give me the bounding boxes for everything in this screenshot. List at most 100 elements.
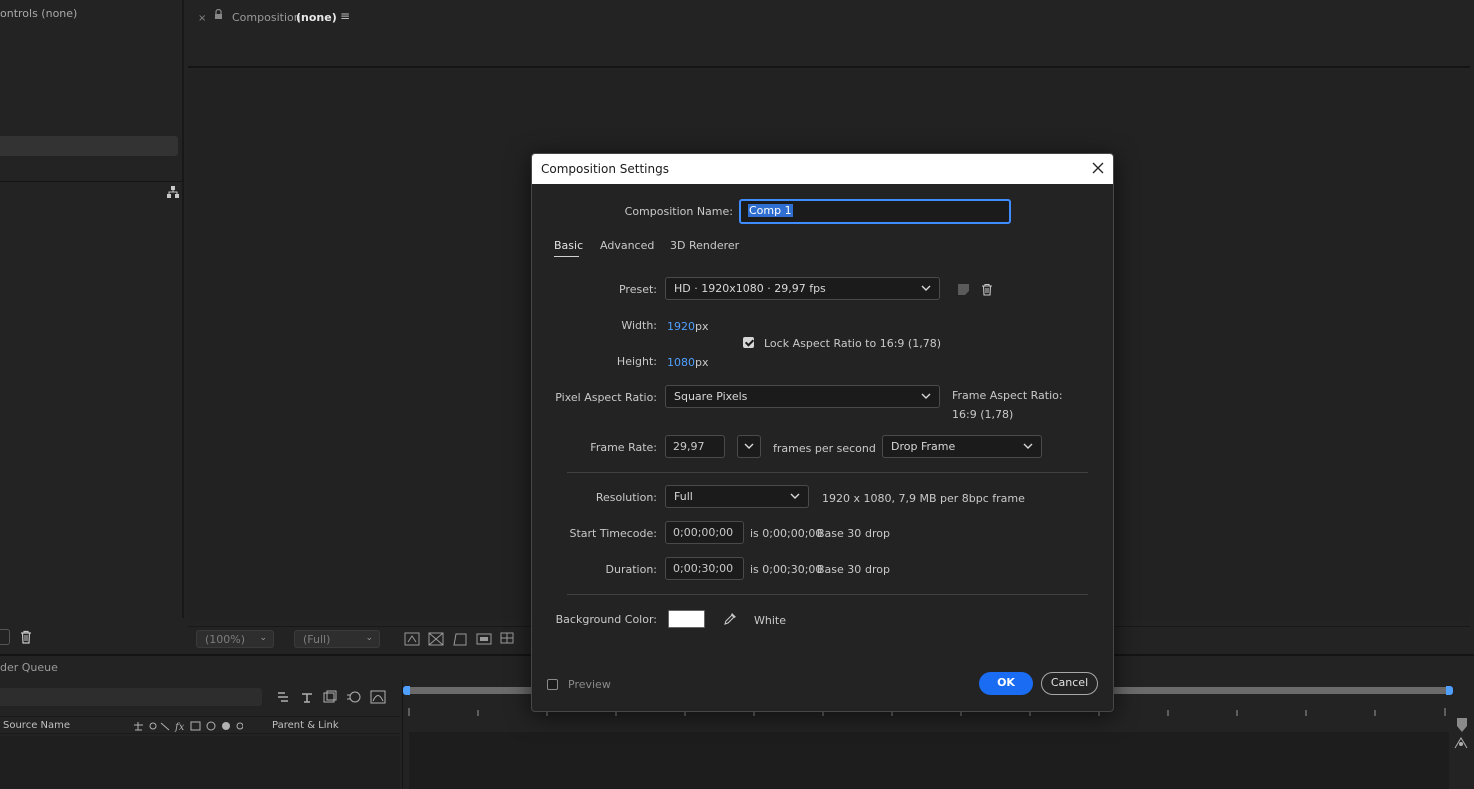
preview-checkbox[interactable] bbox=[547, 679, 558, 690]
composition-tab-bar: × Composition (none) ≡ bbox=[188, 4, 1470, 68]
resolution-select[interactable]: (Full) ⌄ bbox=[294, 630, 380, 648]
region-of-interest-icon[interactable] bbox=[476, 632, 492, 646]
start-timecode-is: is 0;00;00;00 bbox=[750, 527, 823, 540]
transparency-grid-icon[interactable] bbox=[428, 632, 444, 646]
duration-is: is 0;00;30;00 bbox=[750, 563, 823, 576]
save-preset-icon[interactable] bbox=[957, 283, 970, 296]
pixel-aspect-select[interactable]: Square Pixels bbox=[665, 385, 940, 408]
grid-guides-icon[interactable] bbox=[500, 632, 516, 646]
ok-button[interactable]: OK bbox=[979, 672, 1033, 695]
close-tab-icon[interactable]: × bbox=[198, 13, 206, 24]
toolbar-button-partial[interactable] bbox=[0, 629, 10, 645]
lock-aspect-checkbox[interactable] bbox=[743, 337, 754, 348]
frame-rate-presets-select[interactable] bbox=[737, 435, 761, 458]
chevron-down-icon bbox=[1023, 443, 1033, 449]
frame-rate-input[interactable]: 29,97 bbox=[665, 435, 725, 458]
duration-base: Base 30 bbox=[817, 563, 862, 576]
drop-frame-value: Drop Frame bbox=[891, 440, 956, 453]
zoom-slider-icon[interactable] bbox=[1456, 717, 1468, 733]
width-unit: px bbox=[695, 320, 709, 333]
background-color-swatch[interactable] bbox=[668, 610, 705, 628]
cancel-button[interactable]: Cancel bbox=[1041, 672, 1098, 695]
tab-3d-renderer[interactable]: 3D Renderer bbox=[670, 239, 739, 252]
snapping-icon[interactable] bbox=[1453, 736, 1469, 750]
height-unit: px bbox=[695, 356, 709, 369]
duration-value: 0;00;30;00 bbox=[673, 562, 734, 575]
duration-drop: drop bbox=[865, 563, 890, 576]
effect-controls-search[interactable] bbox=[0, 136, 178, 156]
effect-controls-title: ontrols (none) bbox=[0, 7, 78, 20]
panel-menu-icon[interactable]: ≡ bbox=[340, 9, 350, 23]
width-value[interactable]: 1920 bbox=[667, 320, 695, 333]
chevron-down-icon bbox=[921, 393, 931, 399]
section-divider bbox=[567, 472, 1088, 473]
duration-input[interactable]: 0;00;30;00 bbox=[665, 557, 744, 580]
work-area-end-handle[interactable] bbox=[1446, 686, 1453, 695]
drop-frame-select[interactable]: Drop Frame bbox=[882, 435, 1042, 458]
dialog-titlebar[interactable]: Composition Settings bbox=[532, 154, 1113, 184]
frame-aspect-label: Frame Aspect Ratio: bbox=[952, 389, 1063, 402]
panel-divider bbox=[0, 181, 184, 182]
layer-switches-icons[interactable]: fx bbox=[133, 720, 243, 732]
background-color-name: White bbox=[754, 614, 786, 627]
resolution-label: Resolution: bbox=[595, 491, 657, 504]
layer-list[interactable] bbox=[0, 736, 400, 789]
start-timecode-value: 0;00;00;00 bbox=[673, 526, 734, 539]
magnification-select[interactable]: (100%) ⌄ bbox=[196, 630, 274, 648]
frame-rate-label: Frame Rate: bbox=[590, 441, 657, 454]
close-icon[interactable] bbox=[1089, 159, 1107, 177]
lock-aspect-label[interactable]: Lock Aspect Ratio to 16:9 (1,78) bbox=[764, 337, 941, 350]
frame-aspect-value: 16:9 (1,78) bbox=[952, 408, 1014, 421]
start-timecode-input[interactable]: 0;00;00;00 bbox=[665, 521, 744, 544]
pixel-aspect-value: Square Pixels bbox=[674, 390, 748, 403]
frame-rate-value: 29,97 bbox=[673, 440, 705, 453]
preset-select[interactable]: HD · 1920x1080 · 29,97 fps bbox=[665, 277, 940, 300]
chevron-down-icon: ⌄ bbox=[259, 633, 267, 643]
effect-controls-panel: ontrols (none) bbox=[0, 0, 184, 618]
frame-rate-unit: frames per second bbox=[773, 442, 876, 455]
tab-advanced[interactable]: Advanced bbox=[600, 239, 654, 252]
lock-icon[interactable] bbox=[214, 9, 223, 20]
start-timecode-drop: drop bbox=[865, 527, 890, 540]
shy-layers-icon[interactable] bbox=[299, 690, 315, 704]
render-queue-tab[interactable]: der Queue bbox=[0, 661, 58, 674]
comp-mini-flowchart-icon[interactable] bbox=[276, 690, 292, 704]
frame-blending-icon[interactable] bbox=[322, 690, 338, 704]
composition-tab-label[interactable]: Composition bbox=[232, 11, 301, 24]
composition-name-label: Composition Name: bbox=[624, 205, 733, 218]
duration-label: Duration: bbox=[605, 563, 657, 576]
chevron-down-icon bbox=[921, 285, 931, 291]
height-value[interactable]: 1080 bbox=[667, 356, 695, 369]
hierarchy-icon[interactable] bbox=[166, 185, 180, 199]
trash-icon[interactable] bbox=[20, 630, 32, 644]
svg-text:fx: fx bbox=[174, 722, 185, 732]
start-timecode-label: Start Timecode: bbox=[569, 527, 657, 540]
composition-name-input[interactable]: Comp 1 bbox=[739, 199, 1011, 224]
trash-icon[interactable] bbox=[981, 283, 993, 296]
resolution-select[interactable]: Full bbox=[665, 485, 809, 508]
composition-settings-dialog: Composition Settings Composition Name: C… bbox=[531, 153, 1114, 712]
composition-tab-name[interactable]: (none) bbox=[296, 11, 337, 24]
background-color-label: Background Color: bbox=[555, 613, 657, 626]
dialog-title: Composition Settings bbox=[541, 162, 669, 176]
mask-visibility-icon[interactable] bbox=[452, 632, 468, 646]
resolution-value: Full bbox=[674, 490, 693, 503]
parent-link-column[interactable]: Parent & Link bbox=[272, 720, 339, 731]
fast-previews-icon[interactable] bbox=[404, 632, 420, 646]
preview-label[interactable]: Preview bbox=[568, 678, 611, 691]
chevron-down-icon bbox=[744, 443, 754, 449]
tab-basic[interactable]: Basic bbox=[554, 239, 583, 252]
resolution-info: 1920 x 1080, 7,9 MB per 8bpc frame bbox=[822, 492, 1025, 505]
section-divider bbox=[567, 594, 1088, 595]
motion-blur-icon[interactable] bbox=[346, 690, 362, 704]
layer-tracks[interactable] bbox=[409, 732, 1449, 789]
source-name-column[interactable]: Source Name bbox=[3, 720, 70, 731]
work-area-start-handle[interactable] bbox=[403, 686, 410, 695]
preset-value: HD · 1920x1080 · 29,97 fps bbox=[674, 282, 826, 295]
pixel-aspect-label: Pixel Aspect Ratio: bbox=[555, 391, 657, 404]
project-panel-toolbar bbox=[0, 626, 184, 650]
graph-editor-icon[interactable] bbox=[370, 690, 386, 704]
timeline-search-input[interactable] bbox=[0, 688, 262, 706]
eyedropper-icon[interactable] bbox=[723, 611, 737, 626]
start-timecode-base: Base 30 bbox=[817, 527, 862, 540]
